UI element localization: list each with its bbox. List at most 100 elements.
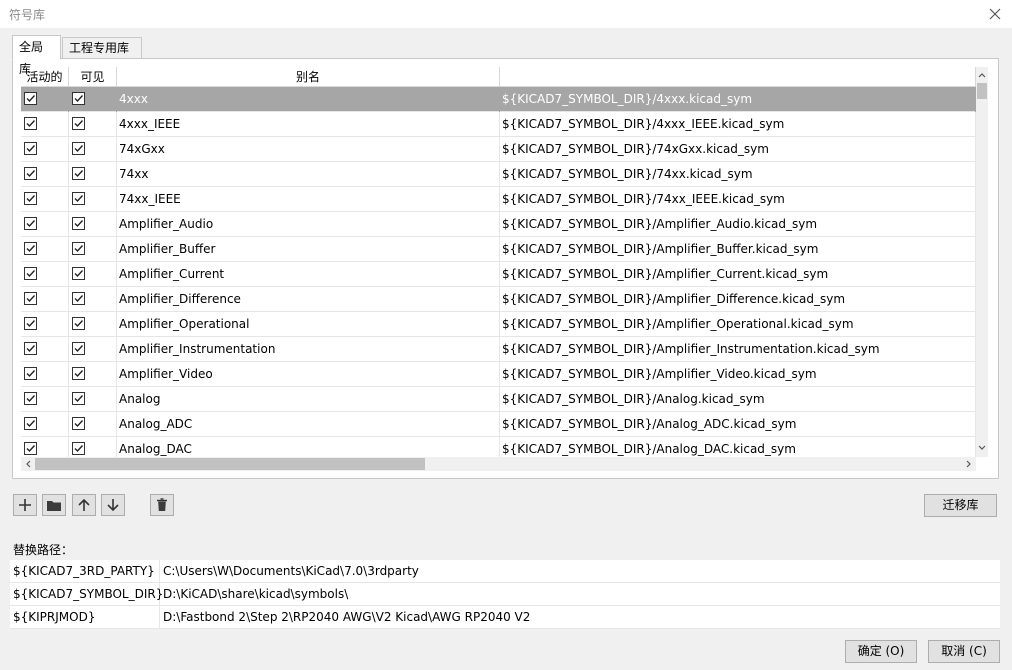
table-row[interactable]: 74xx ${KICAD7_SYMBOL_DIR}/74xx.kicad_sym bbox=[21, 162, 976, 187]
nickname-cell[interactable]: Analog_DAC bbox=[117, 437, 500, 457]
library-path-cell[interactable]: ${KICAD7_SYMBOL_DIR}/74xGxx.kicad_sym bbox=[500, 137, 976, 162]
library-path-cell[interactable]: ${KICAD7_SYMBOL_DIR}/74xx.kicad_sym bbox=[500, 162, 976, 187]
library-path-cell[interactable]: ${KICAD7_SYMBOL_DIR}/Analog_ADC.kicad_sy… bbox=[500, 412, 976, 437]
active-checkbox[interactable] bbox=[24, 267, 37, 280]
nickname-cell[interactable]: Analog bbox=[117, 387, 500, 412]
tab-project-libraries[interactable]: 工程专用库 bbox=[62, 37, 142, 59]
close-button[interactable] bbox=[982, 2, 1008, 26]
vertical-scroll-thumb[interactable] bbox=[977, 83, 987, 99]
cancel-button[interactable]: 取消 (C) bbox=[928, 640, 1000, 663]
nickname-cell[interactable]: Amplifier_Difference bbox=[117, 287, 500, 312]
ok-button[interactable]: 确定 (O) bbox=[845, 640, 917, 663]
library-path-cell[interactable]: ${KICAD7_SYMBOL_DIR}/Amplifier_Differenc… bbox=[500, 287, 976, 312]
table-row[interactable]: Amplifier_Difference ${KICAD7_SYMBOL_DIR}… bbox=[21, 287, 976, 312]
library-path-cell[interactable]: ${KICAD7_SYMBOL_DIR}/4xxx.kicad_sym bbox=[500, 87, 976, 112]
horizontal-scroll-thumb[interactable] bbox=[35, 458, 425, 470]
visible-cell bbox=[69, 137, 117, 162]
table-row[interactable]: Amplifier_Buffer ${KICAD7_SYMBOL_DIR}/Amp… bbox=[21, 237, 976, 262]
active-checkbox[interactable] bbox=[24, 142, 37, 155]
table-row[interactable]: Amplifier_Video ${KICAD7_SYMBOL_DIR}/Ampl… bbox=[21, 362, 976, 387]
visible-checkbox[interactable] bbox=[72, 192, 85, 205]
library-path-cell[interactable]: ${KICAD7_SYMBOL_DIR}/4xxx_IEEE.kicad_sym bbox=[500, 112, 976, 137]
library-path-cell[interactable]: ${KICAD7_SYMBOL_DIR}/Amplifier_Instrumen… bbox=[500, 337, 976, 362]
nickname-cell[interactable]: Amplifier_Current bbox=[117, 262, 500, 287]
active-checkbox[interactable] bbox=[24, 342, 37, 355]
table-row[interactable]: 74xx_IEEE ${KICAD7_SYMBOL_DIR}/74xx_IEEE.… bbox=[21, 187, 976, 212]
active-cell bbox=[21, 212, 69, 237]
table-row[interactable]: Analog ${KICAD7_SYMBOL_DIR}/Analog.kicad_… bbox=[21, 387, 976, 412]
visible-checkbox[interactable] bbox=[72, 142, 85, 155]
nickname-cell[interactable]: 4xxx bbox=[117, 87, 500, 112]
nickname-cell[interactable]: Amplifier_Video bbox=[117, 362, 500, 387]
visible-checkbox[interactable] bbox=[72, 367, 85, 380]
table-row[interactable]: Amplifier_Current ${KICAD7_SYMBOL_DIR}/Am… bbox=[21, 262, 976, 287]
browse-library-button[interactable] bbox=[42, 494, 66, 516]
active-checkbox[interactable] bbox=[24, 417, 37, 430]
vertical-scrollbar[interactable] bbox=[976, 67, 988, 457]
visible-checkbox[interactable] bbox=[72, 317, 85, 330]
active-checkbox[interactable] bbox=[24, 367, 37, 380]
visible-cell bbox=[69, 162, 117, 187]
table-row[interactable]: 4xxx_IEEE ${KICAD7_SYMBOL_DIR}/4xxx_IEEE.… bbox=[21, 112, 976, 137]
nickname-cell[interactable]: Amplifier_Instrumentation bbox=[117, 337, 500, 362]
remove-library-button[interactable] bbox=[150, 494, 174, 516]
nickname-cell[interactable]: Amplifier_Buffer bbox=[117, 237, 500, 262]
visible-checkbox[interactable] bbox=[72, 417, 85, 430]
visible-checkbox[interactable] bbox=[72, 117, 85, 130]
scroll-right-button[interactable] bbox=[962, 457, 976, 471]
table-row[interactable]: 74xGxx ${KICAD7_SYMBOL_DIR}/74xGxx.kicad_… bbox=[21, 137, 976, 162]
table-row[interactable]: 4xxx ${KICAD7_SYMBOL_DIR}/4xxx.kicad_sym bbox=[21, 87, 976, 112]
tab-global-libraries[interactable]: 全局库 bbox=[12, 35, 61, 76]
table-row[interactable]: Analog_DAC ${KICAD7_SYMBOL_DIR}/Analog_DA… bbox=[21, 437, 976, 457]
visible-checkbox[interactable] bbox=[72, 392, 85, 405]
library-path-cell[interactable]: ${KICAD7_SYMBOL_DIR}/Amplifier_Buffer.ki… bbox=[500, 237, 976, 262]
nickname-cell[interactable]: 74xGxx bbox=[117, 137, 500, 162]
scroll-up-button[interactable] bbox=[976, 68, 988, 82]
active-checkbox[interactable] bbox=[24, 217, 37, 230]
visible-checkbox[interactable] bbox=[72, 242, 85, 255]
table-row[interactable]: Amplifier_Audio ${KICAD7_SYMBOL_DIR}/Ampl… bbox=[21, 212, 976, 237]
nickname-cell[interactable]: Amplifier_Operational bbox=[117, 312, 500, 337]
visible-checkbox[interactable] bbox=[72, 342, 85, 355]
active-checkbox[interactable] bbox=[24, 242, 37, 255]
nickname-cell[interactable]: 74xx bbox=[117, 162, 500, 187]
visible-checkbox[interactable] bbox=[72, 267, 85, 280]
scroll-down-button[interactable] bbox=[976, 441, 988, 455]
visible-checkbox[interactable] bbox=[72, 217, 85, 230]
add-library-button[interactable] bbox=[13, 494, 37, 516]
active-checkbox[interactable] bbox=[24, 442, 37, 455]
horizontal-scrollbar[interactable] bbox=[21, 457, 976, 471]
visible-checkbox[interactable] bbox=[72, 167, 85, 180]
active-checkbox[interactable] bbox=[24, 192, 37, 205]
nickname-cell[interactable]: 74xx_IEEE bbox=[117, 187, 500, 212]
table-row[interactable]: Analog_ADC ${KICAD7_SYMBOL_DIR}/Analog_AD… bbox=[21, 412, 976, 437]
visible-checkbox[interactable] bbox=[72, 92, 85, 105]
move-up-button[interactable] bbox=[72, 494, 96, 516]
active-checkbox[interactable] bbox=[24, 92, 37, 105]
library-path-cell[interactable]: ${KICAD7_SYMBOL_DIR}/Analog.kicad_sym bbox=[500, 387, 976, 412]
active-checkbox[interactable] bbox=[24, 292, 37, 305]
migrate-libraries-button[interactable]: 迁移库 bbox=[924, 494, 997, 517]
active-checkbox[interactable] bbox=[24, 117, 37, 130]
visible-checkbox[interactable] bbox=[72, 292, 85, 305]
column-header-visible[interactable]: 可见 bbox=[69, 67, 117, 87]
active-checkbox[interactable] bbox=[24, 317, 37, 330]
table-row[interactable]: Amplifier_Operational ${KICAD7_SYMBOL_DIR… bbox=[21, 312, 976, 337]
scroll-left-button[interactable] bbox=[21, 457, 35, 471]
move-down-button[interactable] bbox=[101, 494, 125, 516]
nickname-cell[interactable]: Analog_ADC bbox=[117, 412, 500, 437]
library-path-cell[interactable]: ${KICAD7_SYMBOL_DIR}/Analog_DAC.kicad_sy… bbox=[500, 437, 976, 457]
active-checkbox[interactable] bbox=[24, 167, 37, 180]
library-path-cell[interactable]: ${KICAD7_SYMBOL_DIR}/Amplifier_Current.k… bbox=[500, 262, 976, 287]
column-header-path[interactable] bbox=[500, 67, 976, 87]
visible-checkbox[interactable] bbox=[72, 442, 85, 455]
library-path-cell[interactable]: ${KICAD7_SYMBOL_DIR}/Amplifier_Audio.kic… bbox=[500, 212, 976, 237]
active-checkbox[interactable] bbox=[24, 392, 37, 405]
library-path-cell[interactable]: ${KICAD7_SYMBOL_DIR}/Amplifier_Video.kic… bbox=[500, 362, 976, 387]
nickname-cell[interactable]: Amplifier_Audio bbox=[117, 212, 500, 237]
library-path-cell[interactable]: ${KICAD7_SYMBOL_DIR}/74xx_IEEE.kicad_sym bbox=[500, 187, 976, 212]
table-row[interactable]: Amplifier_Instrumentation ${KICAD7_SYMBOL… bbox=[21, 337, 976, 362]
column-header-nickname[interactable]: 别名 bbox=[117, 67, 500, 87]
nickname-cell[interactable]: 4xxx_IEEE bbox=[117, 112, 500, 137]
library-path-cell[interactable]: ${KICAD7_SYMBOL_DIR}/Amplifier_Operation… bbox=[500, 312, 976, 337]
